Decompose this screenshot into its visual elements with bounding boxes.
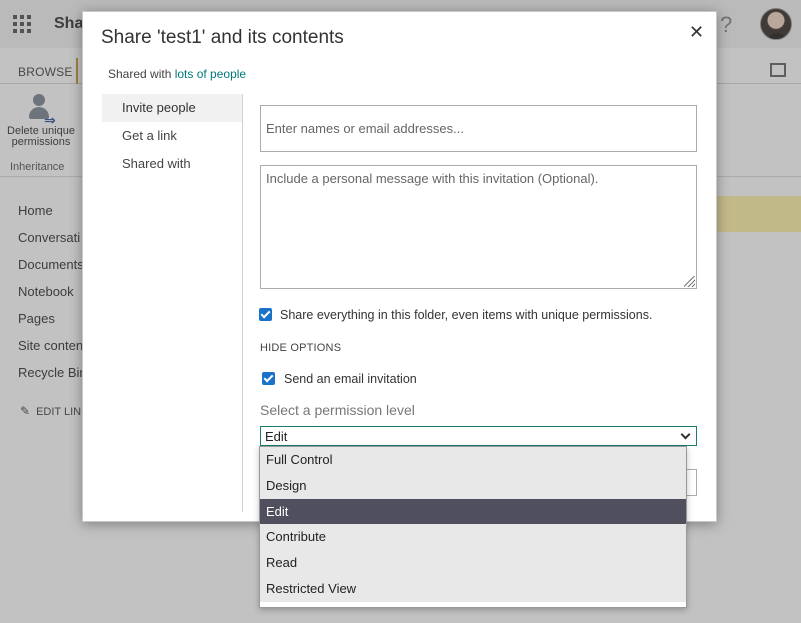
option-design[interactable]: Design — [260, 472, 686, 499]
hide-options-link[interactable]: HIDE OPTIONS — [260, 342, 341, 354]
option-edit[interactable]: Edit — [260, 498, 686, 525]
option-restricted-view[interactable]: Restricted View — [260, 575, 686, 602]
shared-with-text: Shared with lots of people — [108, 67, 246, 81]
permission-level-label: Select a permission level — [260, 402, 415, 418]
chevron-down-icon — [680, 429, 691, 440]
share-everything-label: Share everything in this folder, even it… — [280, 308, 653, 322]
nav-invite-people[interactable]: Invite people — [102, 94, 242, 122]
dialog-title: Share 'test1' and its contents — [101, 27, 344, 48]
nav-shared-with[interactable]: Shared with — [102, 150, 242, 178]
option-contribute[interactable]: Contribute — [260, 524, 686, 551]
send-email-checkbox[interactable] — [262, 372, 275, 385]
shared-with-prefix: Shared with — [108, 67, 175, 81]
option-full-control[interactable]: Full Control — [260, 447, 686, 473]
nav-get-a-link[interactable]: Get a link — [102, 122, 242, 150]
message-textarea[interactable] — [260, 165, 697, 289]
share-nav: Invite people Get a link Shared with — [102, 94, 243, 512]
resize-grip-icon[interactable] — [684, 276, 695, 287]
share-everything-checkbox[interactable] — [259, 308, 272, 321]
close-icon[interactable]: ✕ — [689, 22, 704, 43]
permission-selected-value: Edit — [265, 429, 288, 444]
send-email-label: Send an email invitation — [284, 372, 417, 386]
lots-of-people-link[interactable]: lots of people — [175, 67, 246, 81]
permission-dropdown-list: Full Control Design Edit Contribute Read… — [259, 446, 687, 608]
option-read[interactable]: Read — [260, 550, 686, 576]
names-input[interactable] — [260, 105, 697, 152]
permission-select[interactable]: Edit — [260, 426, 697, 446]
